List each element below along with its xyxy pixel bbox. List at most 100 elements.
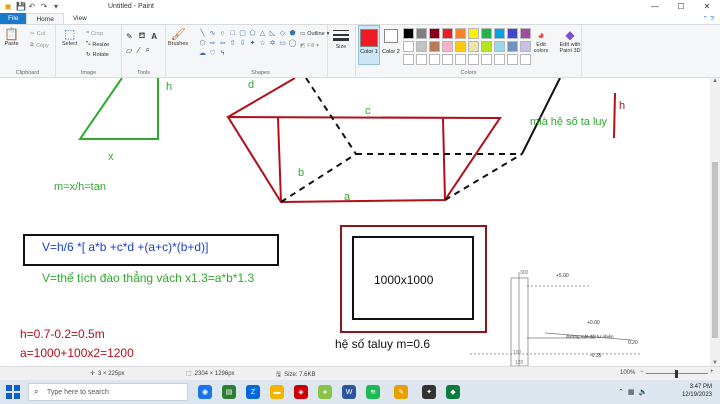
palette-swatch[interactable] (520, 54, 531, 65)
zoom-out-icon[interactable]: − (640, 369, 644, 375)
text-icon[interactable]: A (151, 32, 157, 41)
word-app-icon[interactable]: W (342, 385, 356, 399)
clock[interactable]: 3:47 PM 12/19/2023 (682, 383, 712, 399)
palette-swatch[interactable] (442, 41, 453, 52)
help-icon[interactable]: ⌃ ? (702, 13, 714, 25)
app-icon-6[interactable]: ● (318, 385, 332, 399)
palette-swatch[interactable] (507, 41, 518, 52)
left-arrow-shape-icon[interactable]: ⇦ (218, 39, 227, 48)
scrollbar-thumb[interactable] (712, 162, 718, 338)
color2-swatch[interactable] (384, 29, 398, 43)
palette-swatch[interactable] (429, 54, 440, 65)
undo-icon[interactable]: ↶ (28, 2, 36, 11)
four-point-star-shape-icon[interactable]: ✦ (248, 39, 257, 48)
hexagon-shape-icon[interactable]: ⬡ (198, 39, 207, 48)
palette-swatch[interactable] (442, 54, 453, 65)
app-icon-10[interactable]: ✦ (422, 385, 436, 399)
right-arrow-shape-icon[interactable]: ⇨ (208, 39, 217, 48)
vertical-scrollbar[interactable]: ▲ ▼ (710, 78, 720, 366)
palette-swatch[interactable] (481, 41, 492, 52)
taskbar-search-input[interactable]: ⌕ Type here to search (28, 383, 188, 401)
palette-swatch[interactable] (468, 41, 479, 52)
chrome-app-icon[interactable]: ◉ (198, 385, 212, 399)
palette-swatch[interactable] (442, 28, 453, 39)
cloud-callout-shape-icon[interactable]: ☁ (198, 49, 207, 58)
zoom-in-icon[interactable]: + (710, 369, 714, 375)
tab-view[interactable]: View (64, 13, 96, 24)
palette-swatch[interactable] (403, 28, 414, 39)
drawing-canvas[interactable]: h x m=x/h=tan d c b a h mià hệ số ta luy… (0, 78, 710, 366)
palette-swatch[interactable] (494, 54, 505, 65)
color1-swatch[interactable] (360, 29, 378, 47)
app-icon-2[interactable]: ▤ (222, 385, 236, 399)
lightning-shape-icon[interactable]: ϟ (218, 49, 227, 58)
palette-swatch[interactable] (494, 28, 505, 39)
palette-swatch[interactable] (520, 28, 531, 39)
redo-icon[interactable]: ↷ (40, 2, 48, 11)
heart-shape-icon[interactable]: ♡ (208, 49, 217, 58)
rectangle-shape-icon[interactable]: □ (228, 29, 237, 38)
app-icon-5[interactable]: ◈ (294, 385, 308, 399)
maximize-button[interactable]: ☐ (668, 0, 694, 13)
resize-button[interactable]: ⤡ Resize (86, 41, 109, 48)
scroll-up-icon[interactable]: ▲ (710, 78, 720, 84)
tab-home[interactable]: Home (26, 13, 64, 24)
palette-swatch[interactable] (468, 54, 479, 65)
pentagon-shape-icon[interactable]: ⬟ (288, 29, 297, 38)
volume-icon[interactable]: 🔈 (639, 388, 648, 396)
close-button[interactable]: ✕ (694, 0, 720, 13)
palette-swatch[interactable] (429, 28, 440, 39)
minimize-button[interactable]: — (642, 0, 668, 13)
save-icon[interactable]: 💾 (16, 2, 26, 11)
edit-paint3d-button[interactable]: ◆ Edit with Paint 3D (556, 28, 584, 54)
cut-button[interactable]: ✂ Cut (30, 31, 45, 37)
callout-shape-icon[interactable]: ▭ (278, 39, 287, 48)
spotify-app-icon[interactable]: ≋ (366, 385, 380, 399)
pencil-icon[interactable]: ✎ (126, 32, 133, 41)
paste-button[interactable]: 📋 Paste (4, 27, 19, 47)
palette-swatch[interactable] (416, 41, 427, 52)
size-button[interactable]: Size (332, 28, 350, 50)
palette-swatch[interactable] (468, 28, 479, 39)
palette-swatch[interactable] (403, 54, 414, 65)
palette-swatch[interactable] (403, 41, 414, 52)
customize-qat-icon[interactable]: ▾ (52, 2, 60, 11)
palette-swatch[interactable] (481, 28, 492, 39)
triangle-shape-icon[interactable]: △ (258, 29, 267, 38)
palette-swatch[interactable] (455, 54, 466, 65)
palette-swatch[interactable] (507, 28, 518, 39)
brushes-button[interactable]: 🖌 Brushes (168, 27, 188, 47)
palette-swatch[interactable] (455, 41, 466, 52)
five-point-star-shape-icon[interactable]: ☆ (258, 39, 267, 48)
oval-callout-shape-icon[interactable]: ◯ (288, 39, 297, 48)
paint-taskbar-icon[interactable]: ✎ (394, 385, 408, 399)
magnifier-icon[interactable]: ⌕ (146, 45, 150, 55)
select-button[interactable]: ⬚ Select (62, 27, 77, 47)
diamond-shape-icon[interactable]: ◇ (278, 29, 287, 38)
palette-swatch[interactable] (429, 41, 440, 52)
zalo-app-icon[interactable]: Z (246, 385, 260, 399)
rounded-rectangle-shape-icon[interactable]: ▢ (238, 29, 247, 38)
app-icon-11[interactable]: ◆ (446, 385, 460, 399)
fill-bucket-icon[interactable]: ⛾ (139, 31, 146, 41)
palette-swatch[interactable] (507, 54, 518, 65)
palette-swatch[interactable] (416, 28, 427, 39)
palette-swatch[interactable] (455, 28, 466, 39)
chevron-up-icon[interactable]: ⌃ (618, 388, 624, 396)
palette-swatch[interactable] (481, 54, 492, 65)
color-picker-icon[interactable]: ⁄ (138, 46, 139, 55)
down-arrow-shape-icon[interactable]: ⇩ (238, 39, 247, 48)
palette-swatch[interactable] (416, 54, 427, 65)
copy-button[interactable]: ⧉ Copy (30, 42, 49, 49)
zoom-slider-thumb[interactable] (675, 370, 678, 378)
palette-swatch[interactable] (520, 41, 531, 52)
outline-dropdown[interactable]: ▭ Outline ▾ (300, 31, 329, 37)
right-triangle-shape-icon[interactable]: ◺ (268, 29, 277, 38)
rotate-button[interactable]: ↻ Rotate (86, 52, 109, 58)
fill-dropdown[interactable]: ◩ Fill ▾ (300, 43, 319, 49)
curve-shape-icon[interactable]: ∿ (208, 29, 217, 38)
network-icon[interactable]: ▦ (628, 388, 635, 396)
tab-file[interactable]: File (0, 13, 27, 24)
crop-button[interactable]: ⌗ Crop (86, 30, 103, 37)
windows-start-icon[interactable] (6, 385, 20, 399)
